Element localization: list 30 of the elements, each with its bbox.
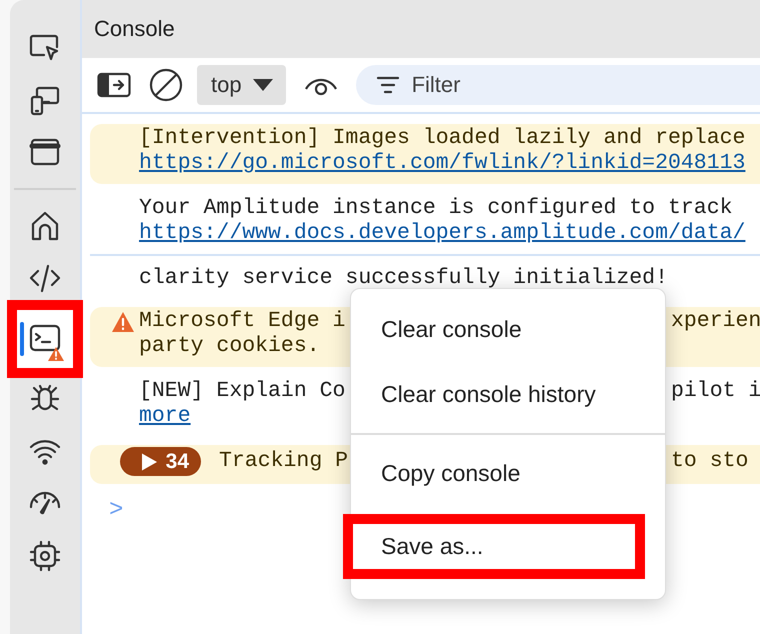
menu-item[interactable]: Clear console history — [351, 362, 665, 427]
message-text: party cookies. — [139, 334, 320, 358]
menu-item[interactable]: Copy console — [351, 441, 665, 506]
console-tool-button[interactable] — [17, 310, 73, 368]
message-text: [NEW] Explain Co — [139, 379, 346, 403]
message-link[interactable]: https://www.docs.developers.amplitude.com/data/ — [139, 221, 746, 245]
chip-icon — [28, 539, 62, 573]
message-text: pilot i — [671, 379, 760, 403]
filter-icon — [376, 76, 400, 94]
warning-icon — [47, 346, 65, 362]
sidebar-toggle-icon[interactable] — [97, 72, 131, 98]
message-text: clarity service successfully initialized! — [139, 266, 668, 290]
message-text: [Intervention] Images loaded lazily and replace — [139, 126, 746, 150]
clear-icon[interactable] — [149, 68, 183, 102]
caret-icon — [252, 78, 274, 92]
message-link[interactable]: https://go.microsoft.com/fwlink/?linkid=2048113 — [139, 151, 746, 175]
panel-title: Console — [94, 16, 175, 42]
message-text: xperien — [671, 309, 760, 333]
message-link[interactable]: more — [139, 404, 191, 428]
message-text: to sto — [671, 449, 748, 473]
play-icon — [140, 452, 158, 472]
filter-field[interactable]: Filter — [356, 65, 760, 105]
context-dropdown[interactable]: top — [197, 65, 286, 105]
menu-item[interactable]: Save as... — [343, 514, 645, 579]
warning-icon — [111, 310, 135, 332]
repeat-count-badge[interactable]: 34 — [120, 447, 201, 476]
menu-item[interactable]: Clear console — [351, 297, 665, 362]
message-text: Microsoft Edge i — [139, 309, 346, 333]
message-text: Your Amplitude instance is configured to track — [139, 196, 732, 220]
message-text: Tracking P — [219, 449, 348, 473]
